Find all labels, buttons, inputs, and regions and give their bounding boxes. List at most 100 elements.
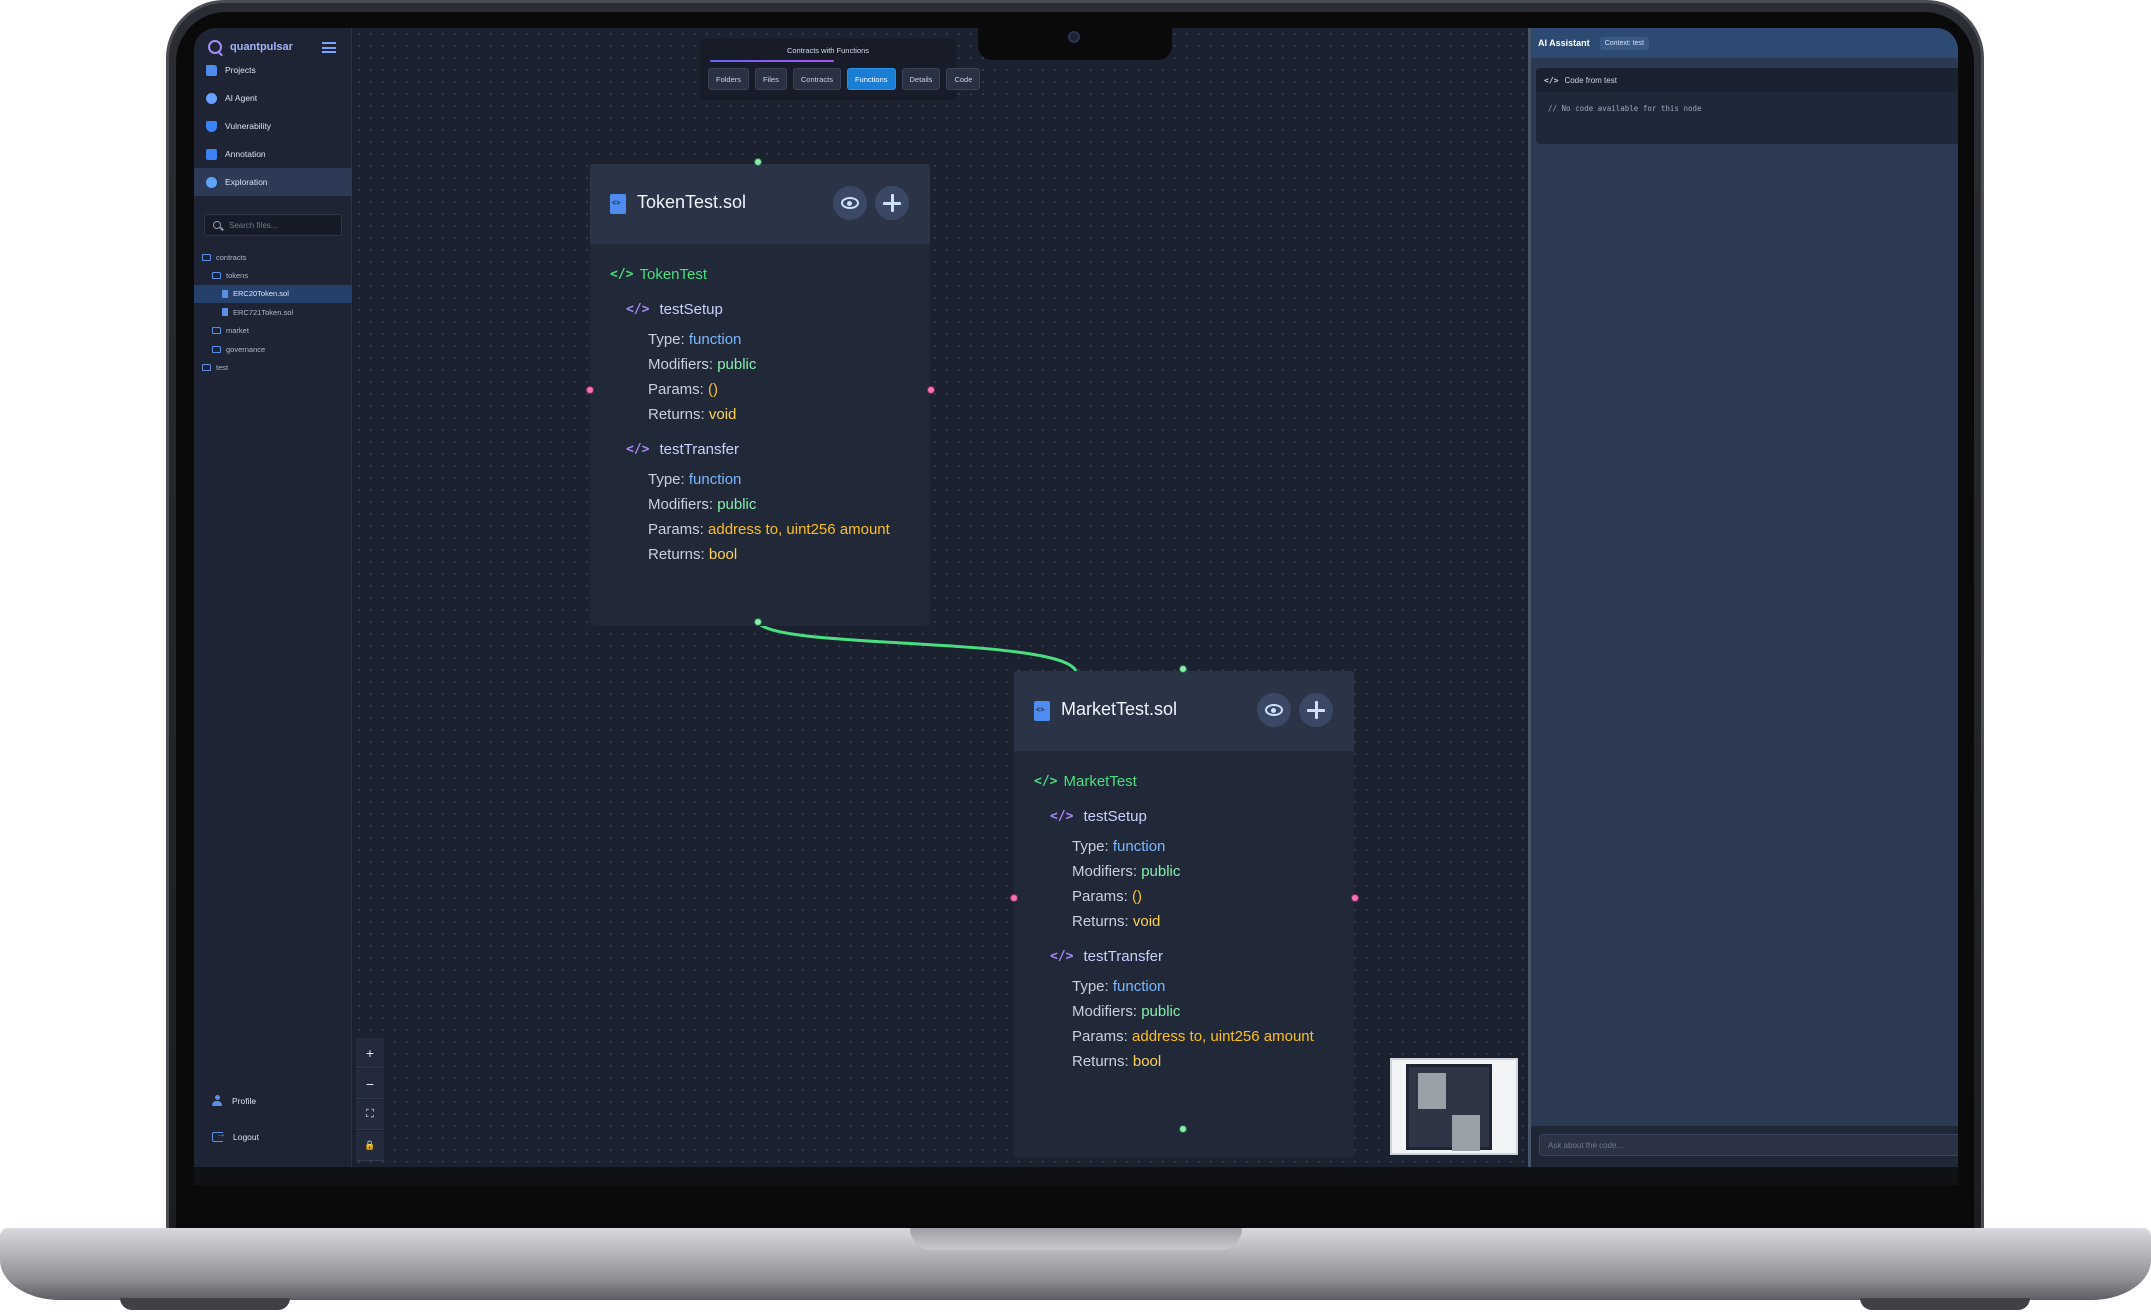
prop-params: Params: address to, uint256 amount <box>648 521 890 538</box>
expand-button[interactable] <box>1299 693 1333 727</box>
file-icon <box>222 289 228 298</box>
logout-icon <box>212 1129 226 1142</box>
node-handle-top[interactable] <box>1179 665 1187 673</box>
tab-contracts[interactable]: Contracts <box>792 68 841 90</box>
tab-folders[interactable]: Folders <box>708 68 750 90</box>
prop-type: Type: function <box>648 471 742 488</box>
tree-file-erc721token[interactable]: ERC721Token.sol <box>194 303 352 321</box>
prop-params: Params: address to, uint256 amount <box>1072 1028 1314 1045</box>
sidebar-item-label: Vulnerability <box>225 121 271 131</box>
compass-icon <box>206 176 217 188</box>
annotation-icon <box>206 148 217 160</box>
laptop-foot-left <box>120 1298 290 1310</box>
tree-folder-governance[interactable]: governance <box>194 340 352 358</box>
sidebar-item-annotation[interactable]: Annotation <box>194 140 352 168</box>
tree-folder-test[interactable]: test <box>194 358 352 376</box>
sidebar-item-exploration[interactable]: Exploration <box>194 168 352 196</box>
file-tree: contracts tokens ERC20Token.sol ERC721To… <box>194 248 352 377</box>
tree-file-erc20token[interactable]: ERC20Token.sol <box>194 284 352 304</box>
search-input[interactable] <box>229 220 339 230</box>
tab-details[interactable]: Details <box>901 68 941 90</box>
ai-question-input[interactable] <box>1539 1134 1958 1156</box>
node-handle-right[interactable] <box>927 386 935 394</box>
brand[interactable]: quantpulsar <box>208 40 293 54</box>
contract-row[interactable]: </> MarketTest <box>1034 773 1137 790</box>
tree-item-label: ERC20Token.sol <box>233 289 289 299</box>
folder-icon <box>212 327 221 335</box>
app-screen: quantpulsar Projects AI Agent Vulnerabil… <box>194 28 1958 1167</box>
graph-node-tokentest[interactable]: TokenTest.sol </> TokenTest </> testSetu… <box>590 164 930 626</box>
node-handle-right[interactable] <box>1351 894 1359 902</box>
code-icon: </> <box>626 302 650 317</box>
sidebar-item-ai-agent[interactable]: AI Agent <box>194 84 352 112</box>
graph-edge <box>756 620 1078 672</box>
plus-icon <box>883 194 901 212</box>
function-row[interactable]: </> testTransfer <box>626 441 739 458</box>
sidebar-item-label: Exploration <box>225 177 268 187</box>
code-icon: </> <box>1050 809 1074 824</box>
contract-name: TokenTest <box>639 266 708 283</box>
function-name: testTransfer <box>1083 948 1163 965</box>
expand-button[interactable] <box>875 186 909 220</box>
zoom-in-button[interactable]: + <box>356 1038 384 1068</box>
minimap[interactable] <box>1390 1058 1518 1155</box>
node-handle-left[interactable] <box>1010 894 1018 902</box>
file-icon <box>222 308 228 317</box>
search-icon <box>213 221 221 229</box>
zoom-out-button[interactable]: − <box>356 1069 384 1099</box>
contract-name: MarketTest <box>1063 773 1137 790</box>
code-icon: </> <box>626 442 650 457</box>
code-icon: </> <box>1034 774 1058 789</box>
prop-modifiers: Modifiers: public <box>648 496 757 513</box>
profile-link[interactable]: Profile <box>212 1095 256 1106</box>
file-code-icon <box>1034 701 1050 721</box>
function-row[interactable]: </> testTransfer <box>1050 948 1163 965</box>
folder-icon <box>212 272 221 280</box>
view-button[interactable] <box>833 186 867 220</box>
contract-row[interactable]: </> TokenTest <box>610 266 707 283</box>
node-handle-top[interactable] <box>754 158 762 166</box>
graph-canvas[interactable]: Contracts with Functions Folders Files C… <box>353 28 1528 1167</box>
file-code-icon <box>610 194 626 214</box>
view-button[interactable] <box>1257 693 1291 727</box>
prop-modifiers: Modifiers: public <box>648 356 757 373</box>
prop-params: Params: () <box>648 381 719 398</box>
graph-node-markettest[interactable]: MarketTest.sol </> MarketTest </> testSe… <box>1014 671 1354 1157</box>
fit-view-button[interactable]: ⛶ <box>356 1100 384 1130</box>
tree-folder-tokens[interactable]: tokens <box>194 266 352 284</box>
folder-icon <box>212 345 221 353</box>
tab-functions[interactable]: Functions <box>846 68 896 90</box>
tab-files[interactable]: Files <box>755 68 787 90</box>
folder-icon <box>202 253 211 261</box>
code-card-body: // No code available for this node <box>1548 104 1702 113</box>
sidebar-item-vulnerability[interactable]: Vulnerability <box>194 112 352 140</box>
prop-modifiers: Modifiers: public <box>1072 863 1181 880</box>
function-name: testSetup <box>1083 808 1147 825</box>
function-row[interactable]: </> testSetup <box>626 301 723 318</box>
hamburger-menu-icon[interactable] <box>322 42 336 53</box>
lock-button[interactable]: 🔒 <box>356 1131 384 1161</box>
logout-link[interactable]: Logout <box>212 1129 259 1142</box>
tab-code[interactable]: Code <box>946 68 981 90</box>
logout-label: Logout <box>233 1132 259 1142</box>
node-handle-bottom[interactable] <box>1179 1125 1187 1133</box>
tree-folder-market[interactable]: market <box>194 322 352 340</box>
function-row[interactable]: </> testSetup <box>1050 808 1147 825</box>
tree-item-label: tokens <box>226 271 249 281</box>
agent-icon <box>206 92 217 104</box>
prop-params: Params: () <box>1072 888 1143 905</box>
node-handle-left[interactable] <box>586 386 594 394</box>
code-card-title: Code from test <box>1564 75 1617 85</box>
prop-type: Type: function <box>648 331 742 348</box>
camera-icon <box>1068 31 1080 43</box>
tree-folder-contracts[interactable]: contracts <box>194 248 352 266</box>
file-search <box>204 214 342 236</box>
toolbar-progress-line <box>710 60 834 62</box>
eye-icon <box>1265 704 1283 716</box>
folder-icon <box>202 364 211 372</box>
eye-icon <box>841 197 859 209</box>
node-handle-bottom[interactable] <box>754 618 762 626</box>
sidebar-item-projects[interactable]: Projects <box>194 56 352 84</box>
prop-returns: Returns: void <box>648 406 737 423</box>
code-icon: </> <box>1050 949 1074 964</box>
